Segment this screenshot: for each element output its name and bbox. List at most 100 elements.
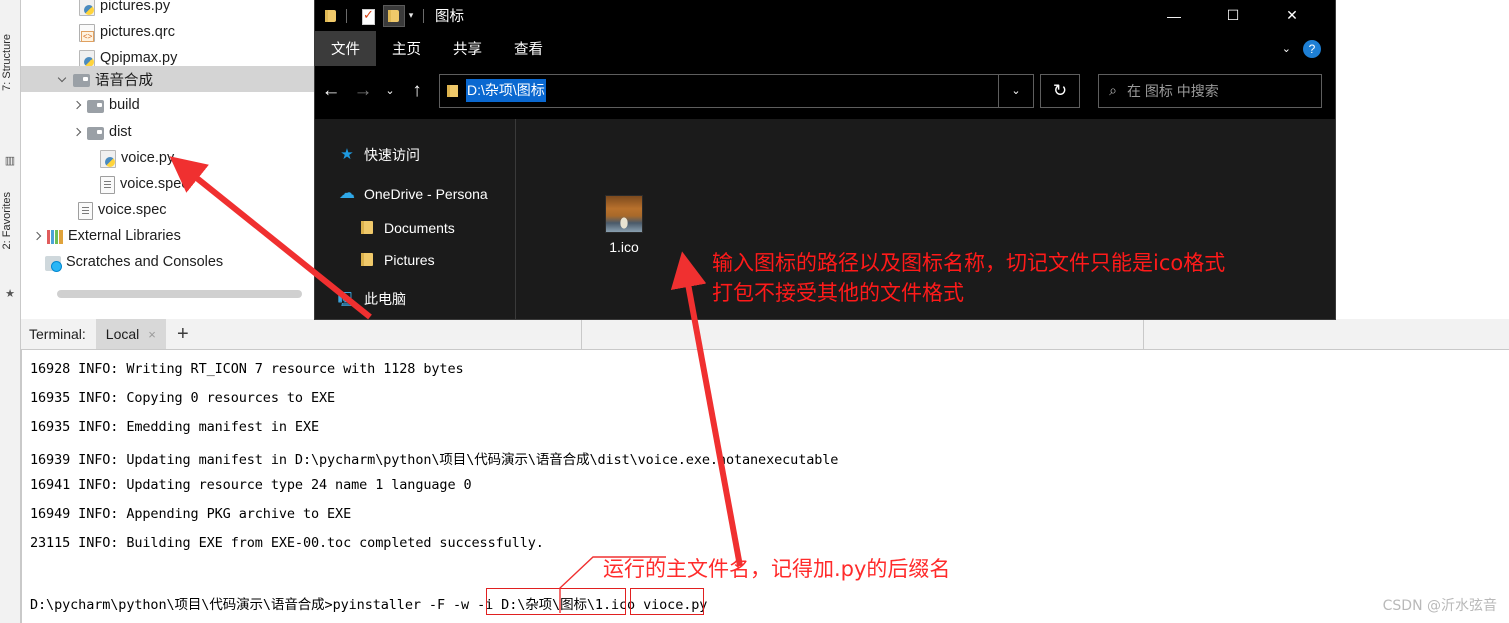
new-folder-icon[interactable] [383, 4, 405, 27]
terminal-line: 16935 INFO: Emedding manifest in EXE [30, 419, 319, 435]
help-icon[interactable]: ? [1303, 39, 1321, 58]
window-title: 图标 [435, 9, 464, 25]
tree-item-label: Qpipmax.py [100, 50, 178, 66]
terminal-line: 16941 INFO: Updating resource type 24 na… [30, 477, 472, 493]
highlight-box-icon-path [486, 588, 626, 615]
scratches-icon [45, 255, 62, 272]
libraries-icon [47, 230, 63, 244]
spec-file-icon [78, 201, 93, 220]
terminal-line: 16939 INFO: Updating manifest in D:\pych… [30, 452, 839, 468]
properties-icon[interactable] [358, 6, 378, 26]
terminal-tab-local[interactable]: Local × [95, 319, 166, 349]
close-button[interactable]: ✕ [1269, 0, 1315, 31]
nav-item-label: OneDrive - Persona [364, 186, 488, 202]
folder-icon [73, 73, 90, 87]
explorer-navigation-bar: ← → ⌄ ↑ D:\杂项\图标 ⌄ ↻ ⌕ 在 图标 中搜索 [315, 66, 1335, 115]
file-item[interactable]: 1.ico [578, 195, 670, 255]
refresh-button[interactable]: ↻ [1040, 73, 1080, 108]
tool-tab-structure[interactable]: 7: Structure [0, 32, 15, 93]
tree-row[interactable]: pictures.qrc [21, 19, 315, 45]
tree-item-label: voice.spec [120, 176, 189, 192]
terminal-line: 23115 INFO: Building EXE from EXE-00.toc… [30, 535, 544, 551]
folder-icon [357, 251, 377, 269]
divider [346, 8, 347, 23]
nav-item-label: Pictures [384, 252, 435, 268]
tree-item-label: External Libraries [68, 228, 181, 244]
recent-locations-button[interactable]: ⌄ [379, 76, 401, 106]
nav-item-onedrive[interactable]: ☁ OneDrive - Persona [337, 181, 488, 207]
tab-file[interactable]: 文件 [315, 31, 376, 66]
explorer-ribbon-tabs: 文件 主页 共享 查看 ⌄ ? [315, 31, 1335, 66]
tree-row[interactable]: External Libraries [21, 223, 315, 249]
computer-icon: 🖳 [337, 291, 357, 307]
search-box[interactable]: ⌕ 在 图标 中搜索 [1098, 73, 1322, 108]
tab-share[interactable]: 共享 [437, 31, 498, 66]
terminal-title: Terminal: [29, 326, 86, 342]
chevron-down-icon[interactable]: ▾ [404, 10, 418, 21]
nav-item-this-pc[interactable]: 🖳 此电脑 [337, 286, 406, 312]
minimize-button[interactable]: — [1151, 0, 1197, 31]
tool-window-strip: 7: Structure ▥ 2: Favorites ★ [0, 0, 21, 623]
nav-item-documents[interactable]: Documents [357, 215, 455, 241]
file-name-label: 1.ico [609, 239, 639, 255]
add-terminal-button[interactable]: + [166, 319, 200, 349]
address-dropdown-icon[interactable]: ⌄ [999, 73, 1034, 108]
qrc-file-icon [79, 23, 95, 42]
annotation-icon-note-line2: 打包不接受其他的文件格式 [712, 281, 964, 305]
tree-item-label: pictures.qrc [100, 24, 175, 40]
folder-icon [446, 84, 460, 98]
chevron-right-icon[interactable] [71, 99, 84, 112]
folder-icon[interactable] [321, 6, 341, 26]
tab-home[interactable]: 主页 [376, 31, 437, 66]
chevron-down-icon[interactable] [57, 73, 70, 86]
nav-item-quick-access[interactable]: ★ 快速访问 [337, 142, 420, 168]
csdn-watermark: CSDN @沂水弦音 [1382, 598, 1497, 614]
ico-thumbnail-icon [605, 195, 643, 233]
nav-item-pictures[interactable]: Pictures [357, 247, 435, 273]
python-file-icon [79, 0, 95, 16]
tree-row[interactable]: Scratches and Consoles [21, 249, 315, 275]
terminal-header: Terminal: Local × + [21, 319, 1509, 350]
tree-item-label: pictures.py [100, 0, 171, 14]
back-button[interactable]: ← [315, 76, 347, 106]
tree-row[interactable]: voice.spec [21, 171, 315, 197]
pycharm-window: 7: Structure ▥ 2: Favorites ★ pictures.p… [0, 0, 1509, 623]
annotation-script-note: 运行的主文件名，记得加.py的后缀名 [603, 557, 951, 581]
tree-item-label: voice.spec [98, 202, 167, 218]
nav-item-label: Documents [384, 220, 455, 236]
tab-view[interactable]: 查看 [498, 31, 559, 66]
star-icon: ★ [5, 288, 15, 300]
divider [423, 8, 424, 23]
address-bar[interactable]: D:\杂项\图标 [439, 73, 999, 108]
terminal-line: 16949 INFO: Appending PKG archive to EXE [30, 506, 352, 522]
up-button[interactable]: ↑ [401, 76, 433, 106]
chevron-right-icon[interactable] [31, 230, 44, 243]
forward-button[interactable]: → [347, 76, 379, 106]
header-divider [581, 319, 582, 349]
annotation-icon-note-line1: 输入图标的路径以及图标名称，切记文件只能是ico格式 [712, 251, 1226, 275]
nav-item-label: 快速访问 [364, 147, 420, 163]
tree-row-selected[interactable]: 语音合成 [21, 66, 315, 92]
tree-row[interactable]: dist [21, 119, 315, 145]
expand-ribbon-icon[interactable]: ⌄ [1282, 42, 1291, 55]
header-divider [1143, 319, 1144, 349]
explorer-title-bar: ▾ 图标 — ☐ ✕ [315, 0, 1335, 31]
star-icon: ★ [340, 146, 354, 163]
tree-row[interactable]: build [21, 92, 315, 118]
folder-icon [87, 126, 104, 140]
search-icon: ⌕ [1109, 82, 1117, 98]
close-icon[interactable]: × [148, 327, 156, 342]
tree-item-label: dist [109, 124, 132, 140]
address-input[interactable]: D:\杂项\图标 [466, 79, 546, 102]
tree-item-label: 语音合成 [95, 72, 153, 89]
tree-row[interactable]: pictures.py [21, 0, 315, 19]
tool-tab-favorites[interactable]: 2: Favorites [0, 190, 15, 251]
structure-icon: ▥ [4, 155, 16, 167]
spec-file-icon [100, 175, 115, 194]
tree-horizontal-scrollbar[interactable] [57, 290, 302, 298]
chevron-right-icon[interactable] [71, 126, 84, 139]
maximize-button[interactable]: ☐ [1210, 0, 1256, 31]
tree-row[interactable]: voice.py [21, 145, 315, 171]
tree-row[interactable]: voice.spec [21, 197, 315, 223]
highlight-box-script-name [630, 588, 704, 615]
